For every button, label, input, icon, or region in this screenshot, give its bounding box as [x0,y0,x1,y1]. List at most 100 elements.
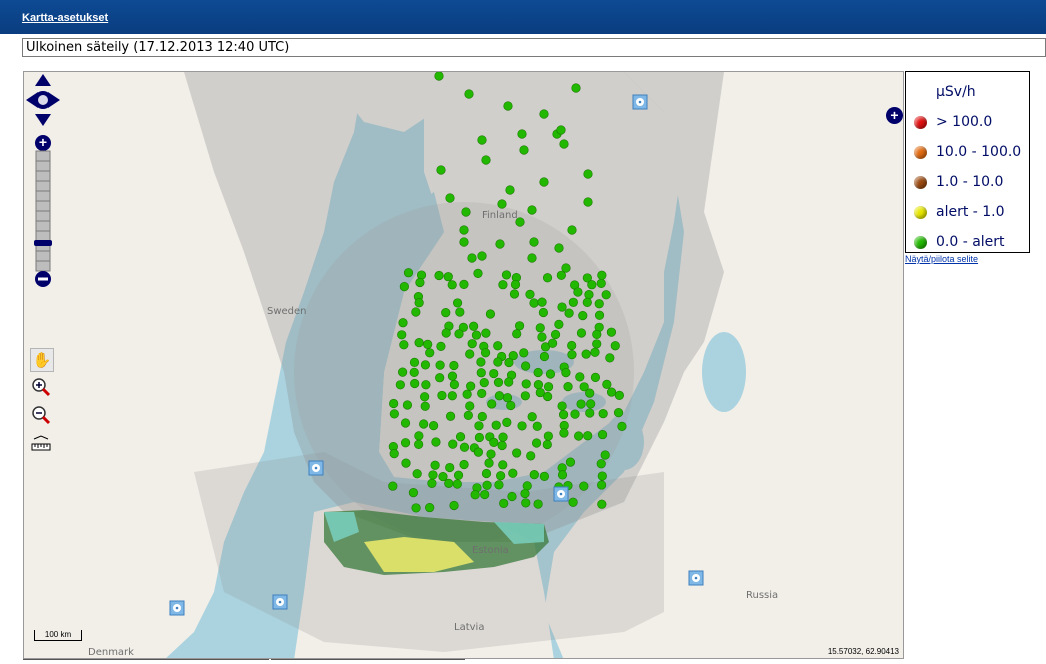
station-marker[interactable] [445,462,455,473]
station-marker[interactable] [505,185,515,195]
station-marker[interactable] [605,353,615,363]
station-marker[interactable] [526,451,536,461]
station-marker[interactable] [567,340,577,351]
radiation-station-icon[interactable] [169,600,185,616]
station-marker[interactable] [594,310,605,320]
station-marker[interactable] [389,449,399,459]
station-marker[interactable] [466,381,476,391]
station-marker[interactable] [437,390,447,401]
station-marker[interactable] [449,500,459,511]
station-marker[interactable] [592,339,602,349]
station-marker[interactable] [539,471,550,481]
station-marker[interactable] [597,480,607,490]
station-marker[interactable] [504,357,514,368]
station-marker[interactable] [477,135,487,145]
map-view[interactable]: Finland Sweden Estonia Latvia Russia Den… [23,71,904,659]
station-marker[interactable] [416,270,427,280]
station-marker[interactable] [556,270,566,280]
station-marker[interactable] [585,388,595,398]
station-marker[interactable] [414,338,424,348]
station-marker[interactable] [449,360,459,371]
station-marker[interactable] [598,409,608,419]
station-marker[interactable] [554,319,564,329]
station-marker[interactable] [447,280,457,290]
station-marker[interactable] [489,437,499,448]
station-marker[interactable] [582,297,592,307]
station-marker[interactable] [550,329,561,340]
station-marker[interactable] [574,431,584,441]
station-marker[interactable] [594,299,604,309]
station-marker[interactable] [408,488,419,498]
station-marker[interactable] [597,429,608,440]
station-marker[interactable] [419,419,429,429]
station-marker[interactable] [486,449,496,459]
station-marker[interactable] [597,471,607,481]
station-marker[interactable] [584,290,594,300]
station-marker[interactable] [459,237,469,247]
station-marker[interactable] [559,139,569,149]
station-marker[interactable] [397,330,407,340]
station-marker[interactable] [537,332,547,342]
station-marker[interactable] [501,270,512,280]
station-marker[interactable] [477,411,487,422]
station-marker[interactable] [613,408,624,418]
station-marker[interactable] [535,323,545,333]
hand-pan-icon[interactable]: ✋ [30,348,54,372]
station-marker[interactable] [539,109,549,119]
station-marker[interactable] [427,478,437,488]
station-marker[interactable] [487,399,497,409]
station-marker[interactable] [435,373,445,383]
station-marker[interactable] [586,399,596,409]
station-marker[interactable] [571,83,581,93]
station-marker[interactable] [576,399,586,409]
station-marker[interactable] [557,302,567,312]
station-marker[interactable] [498,460,508,470]
station-marker[interactable] [496,471,506,481]
station-marker[interactable] [561,368,571,378]
station-marker[interactable] [491,420,501,430]
layer-select[interactable]: Ulkoinen säteily (17.12.2013 12:40 UTC) [22,38,1046,57]
station-marker[interactable] [481,328,491,338]
station-marker[interactable] [476,368,486,378]
station-marker[interactable] [597,499,607,509]
station-marker[interactable] [435,360,445,370]
station-marker[interactable] [614,390,624,400]
station-marker[interactable] [473,447,483,457]
station-marker[interactable] [525,289,535,299]
station-marker[interactable] [484,458,494,468]
station-marker[interactable] [461,207,471,217]
station-marker[interactable] [409,367,419,377]
station-marker[interactable] [533,380,544,390]
station-marker[interactable] [543,431,553,441]
station-marker[interactable] [583,169,593,179]
station-marker[interactable] [563,381,573,392]
station-marker[interactable] [543,382,554,392]
bottom-tab[interactable] [23,659,269,664]
station-marker[interactable] [409,357,420,367]
station-marker[interactable] [583,431,593,441]
station-marker[interactable] [441,308,451,318]
station-marker[interactable] [465,349,475,359]
station-marker[interactable] [453,470,464,480]
measure-icon[interactable] [30,432,54,456]
station-marker[interactable] [539,177,549,187]
station-marker[interactable] [474,432,484,443]
station-marker[interactable] [463,410,473,420]
station-marker[interactable] [559,428,569,438]
station-marker[interactable] [395,380,405,390]
station-marker[interactable] [557,401,567,411]
station-marker[interactable] [529,298,539,308]
station-marker[interactable] [425,348,435,358]
station-marker[interactable] [494,391,504,401]
station-marker[interactable] [455,307,465,317]
station-marker[interactable] [434,270,444,281]
station-marker[interactable] [481,155,491,165]
radiation-station-icon[interactable] [632,94,648,110]
station-marker[interactable] [401,458,411,468]
station-marker[interactable] [388,481,398,491]
station-marker[interactable] [467,339,477,349]
station-marker[interactable] [402,400,413,410]
station-marker[interactable] [520,488,530,499]
radiation-station-icon[interactable] [688,570,704,586]
station-marker[interactable] [473,268,483,279]
